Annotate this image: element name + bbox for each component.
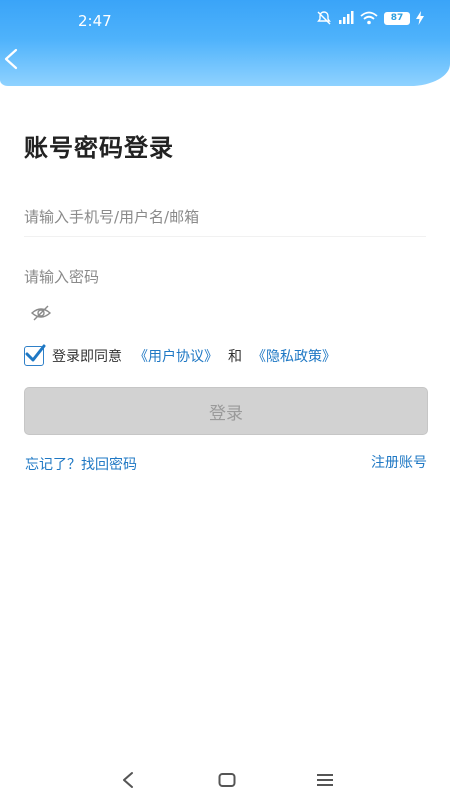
charging-icon (416, 11, 424, 25)
nav-back-button[interactable] (116, 768, 140, 792)
nav-home-button[interactable] (215, 768, 239, 792)
status-bar: 2:47 87 (0, 0, 450, 40)
battery-icon: 87 (384, 11, 410, 25)
login-button[interactable]: 登录 (24, 387, 428, 435)
menu-icon (317, 774, 333, 786)
signal-icon (339, 11, 354, 24)
back-icon (123, 772, 133, 788)
account-divider (24, 236, 426, 237)
app-header: 2:47 87 (0, 0, 450, 86)
register-link[interactable]: 注册账号 (371, 452, 427, 472)
checkmark-icon (25, 344, 46, 362)
password-visibility-toggle[interactable] (30, 304, 52, 322)
forgot-password-link[interactable]: 忘记了？找回密码 (25, 454, 137, 474)
status-time: 2:47 (78, 12, 112, 30)
password-input[interactable] (24, 262, 426, 292)
agreement-prefix: 登录即同意 (52, 349, 122, 365)
wifi-icon (360, 11, 378, 25)
back-button[interactable] (0, 46, 22, 72)
nav-menu-button[interactable] (313, 768, 337, 792)
agreement-and: 和 (228, 349, 242, 365)
agreement-row: 登录即同意 《用户协议》 和 《隐私政策》 (24, 344, 336, 368)
privacy-policy-link[interactable]: 《隐私政策》 (252, 346, 336, 366)
user-agreement-link[interactable]: 《用户协议》 (134, 346, 218, 366)
eye-off-icon (30, 305, 52, 321)
page-title: 账号密码登录 (24, 134, 174, 162)
status-icons: 87 (316, 10, 424, 26)
account-input[interactable] (24, 202, 426, 232)
system-nav-bar (0, 760, 450, 800)
home-icon (218, 773, 236, 787)
back-chevron-icon (4, 48, 18, 70)
mute-icon (317, 11, 331, 25)
agreement-checkbox[interactable] (24, 344, 46, 366)
